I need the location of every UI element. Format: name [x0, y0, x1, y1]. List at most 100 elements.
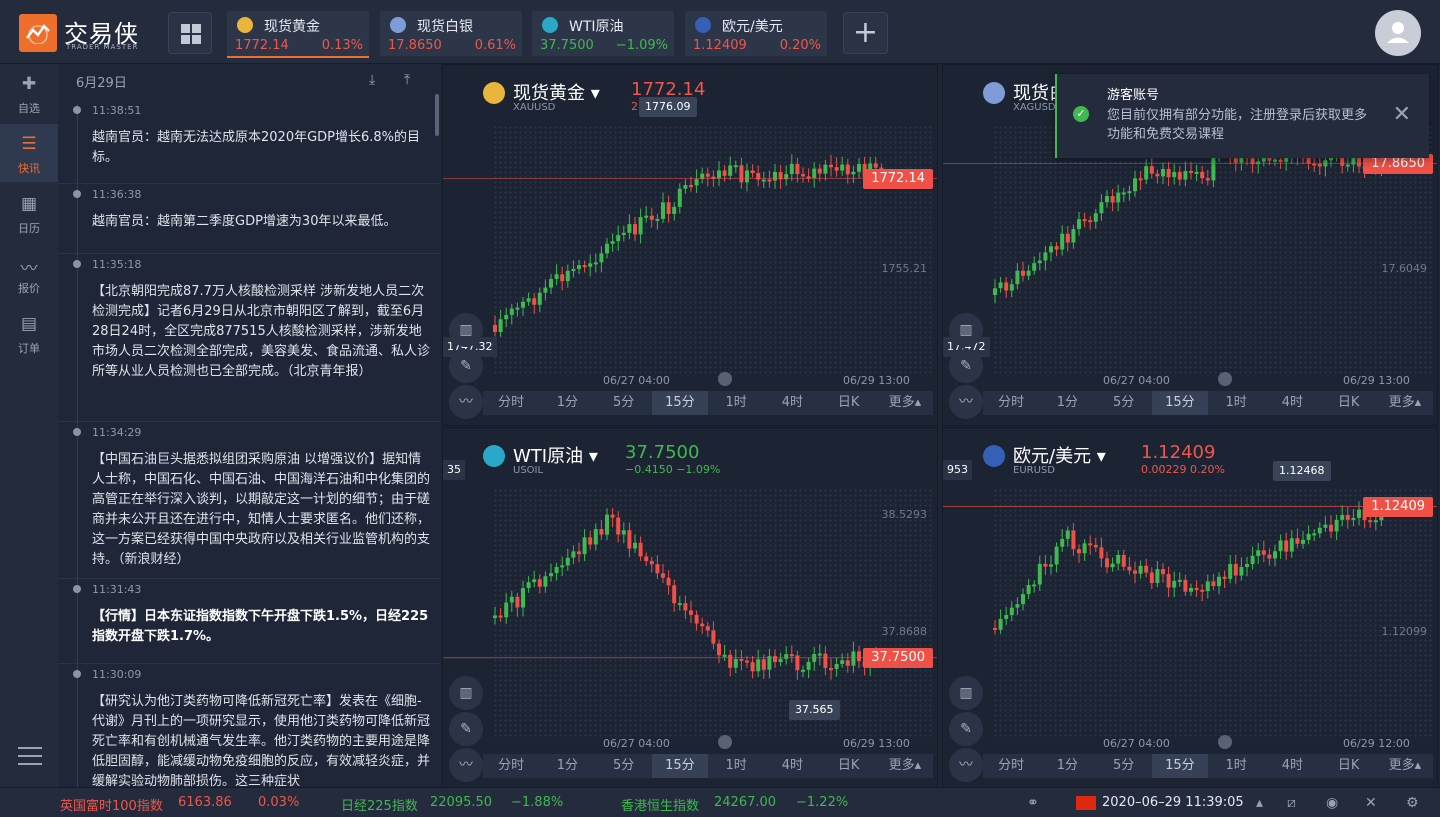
timeframe-button[interactable]: 5分 [1096, 754, 1152, 778]
timeframe-button[interactable]: 15分 [1151, 391, 1208, 415]
chart-panel[interactable]: WTI原油 ▾ USOIL 37.7500 −0.4150 −1.09% 37.7500… [442, 427, 938, 789]
mute-icon[interactable]: ✕ [1365, 795, 1377, 811]
timeframe-button[interactable]: 1分 [1039, 391, 1095, 415]
chart-panel[interactable]: 现货黄金 ▾XAUUSD1772.142.35 0.13%1772.141755… [442, 64, 938, 426]
user-avatar[interactable] [1375, 10, 1421, 56]
index-change: −1.22% [796, 795, 849, 810]
timeframe-button[interactable]: 5分 [1096, 391, 1152, 415]
timeframe-button[interactable]: 更多▴ [877, 391, 933, 415]
timeframe-button[interactable]: 更多▴ [877, 754, 933, 778]
menu-icon[interactable] [18, 746, 42, 766]
nav-item[interactable]: 〰报价 [0, 244, 58, 302]
timeframe-button[interactable]: 日K [1321, 391, 1377, 415]
link-icon[interactable]: ⚭ [1027, 795, 1039, 811]
timeframe-button[interactable]: 5分 [596, 754, 652, 778]
timeframe-button[interactable]: 分时 [483, 391, 539, 415]
timeframe-button[interactable]: 15分 [651, 754, 708, 778]
chart-type-icon[interactable]: ▥ [449, 676, 483, 710]
candle-body [689, 185, 693, 188]
indicator-icon[interactable]: 〰 [949, 748, 983, 782]
timeframe-button[interactable]: 分时 [483, 754, 539, 778]
candle-body [745, 660, 749, 663]
chart-scroll-handle[interactable] [1218, 735, 1232, 749]
draw-pencil-icon[interactable]: ✎ [949, 712, 983, 746]
quote-tab[interactable]: 现货黄金 1772.14 0.13% [227, 11, 369, 58]
news-item[interactable]: 11:31:43 【行情】日本东证指数指数下午开盘下跌1.5%，日经225指数开盘… [58, 579, 440, 664]
timeframe-button[interactable]: 15分 [651, 391, 708, 415]
candle-body [784, 654, 789, 659]
collapse-down-icon[interactable]: ⤓ [369, 72, 375, 88]
timeframe-button[interactable]: 15分 [1151, 754, 1208, 778]
draw-pencil-icon[interactable]: ✎ [449, 712, 483, 746]
collapse-up-icon[interactable]: ⤒ [404, 72, 410, 88]
news-item[interactable]: 11:35:18 【北京朝阳完成87.7万人核酸检测采样 涉新发地人员二次检测完成… [58, 254, 440, 422]
news-item[interactable]: 11:34:29 【中国石油巨头据悉拟组团采购原油 以增强议价】据知情人士称，中国… [58, 422, 440, 579]
timeframe-button[interactable]: 日K [1321, 754, 1377, 778]
timeframe-button[interactable]: 1时 [1208, 754, 1264, 778]
candle-body [1351, 517, 1356, 520]
nav-item[interactable]: ✚ 自选 [0, 64, 58, 122]
timeframe-bar: 分时 1分 5分 15分 1时 4时 日K 更多▴ [983, 391, 1433, 415]
indicator-icon[interactable]: 〰 [949, 385, 983, 419]
timeframe-button[interactable]: 分时 [983, 391, 1039, 415]
index-name[interactable]: 英国富时100指数 [60, 795, 163, 814]
timeframe-button[interactable]: 1分 [539, 754, 595, 778]
candle-body [801, 174, 805, 177]
timeframe-button[interactable]: 1分 [1039, 754, 1095, 778]
cursor-price-label: 953 [943, 460, 972, 480]
chart-scroll-handle[interactable] [718, 735, 732, 749]
quote-tab[interactable]: 现货白银 17.8650 0.61% [380, 11, 522, 56]
timeframe-button[interactable]: 日K [821, 754, 877, 778]
timeframe-button[interactable]: 4时 [764, 391, 820, 415]
candle-body [543, 287, 548, 293]
active-tab-indicator [227, 56, 369, 58]
candle-body [610, 241, 615, 244]
indicator-icon[interactable]: 〰 [449, 748, 483, 782]
news-item[interactable]: 11:30:09 【研究认为他汀类药物可降低新冠死亡率】发表在《细胞-代谢》月刊上… [58, 664, 440, 787]
candlestick-chart[interactable] [943, 428, 1438, 728]
settings-icon[interactable]: ⚙ [1406, 795, 1419, 811]
timeframe-button[interactable]: 1分 [539, 391, 595, 415]
news-item[interactable]: 11:38:51 越南官员：越南无法达成原本2020年GDP增长6.8%的目标。 [58, 100, 440, 184]
timeframe-button[interactable]: 4时 [764, 754, 820, 778]
layout-grid-button[interactable] [168, 12, 212, 54]
chart-type-icon[interactable]: ▥ [949, 676, 983, 710]
candle-body [1172, 580, 1177, 588]
timeframe-button[interactable]: 更多▴ [1377, 391, 1433, 415]
chart-type-icon[interactable]: ▥ [449, 313, 483, 347]
timeframe-button[interactable]: 分时 [983, 754, 1039, 778]
chart-scroll-handle[interactable] [1218, 372, 1232, 386]
nav-item[interactable]: ▦ 日历 [0, 184, 58, 242]
timeframe-button[interactable]: 日K [821, 391, 877, 415]
close-icon[interactable]: ✕ [1393, 102, 1411, 127]
chart-type-icon[interactable]: ▥ [949, 313, 983, 347]
chart-scroll-handle[interactable] [718, 372, 732, 386]
candlestick-chart[interactable] [443, 428, 938, 728]
index-name[interactable]: 香港恒生指数 [621, 795, 699, 814]
add-symbol-button[interactable]: + [843, 12, 888, 54]
draw-pencil-icon[interactable]: ✎ [449, 349, 483, 383]
window-icon[interactable]: ⧄ [1287, 795, 1296, 811]
timeframe-button[interactable]: 1时 [1208, 391, 1264, 415]
candle-body [605, 514, 609, 535]
index-name[interactable]: 日经225指数 [341, 795, 418, 814]
news-item[interactable]: 11:36:38 越南官员：越南第二季度GDP增速为30年以来最低。 [58, 184, 440, 254]
timeframe-button[interactable]: 1时 [708, 754, 764, 778]
caret-up-icon[interactable]: ▴ [1256, 795, 1263, 811]
quote-tab[interactable]: 欧元/美元 1.12409 0.20% [685, 11, 827, 56]
news-scrollbar[interactable] [435, 94, 439, 136]
timeframe-button[interactable]: 1时 [708, 391, 764, 415]
quote-tab[interactable]: WTI原油 37.7500 −1.09% [532, 11, 674, 56]
candle-body [1261, 550, 1266, 555]
nav-item[interactable]: ☰ 快讯 [0, 124, 58, 182]
nav-item[interactable]: ▤ 订单 [0, 304, 58, 362]
timeframe-button[interactable]: 更多▴ [1377, 754, 1433, 778]
draw-pencil-icon[interactable]: ✎ [949, 349, 983, 383]
camera-icon[interactable]: ◉ [1326, 795, 1338, 811]
timeframe-button[interactable]: 5分 [596, 391, 652, 415]
timeframe-button[interactable]: 4时 [1264, 754, 1320, 778]
chart-panel[interactable]: 欧元/美元 ▾ EURUSD 1.12409 0.00229 0.20% 1.12409… [942, 427, 1438, 789]
indicator-icon[interactable]: 〰 [449, 385, 483, 419]
candle-body [717, 170, 721, 179]
timeframe-button[interactable]: 4时 [1264, 391, 1320, 415]
